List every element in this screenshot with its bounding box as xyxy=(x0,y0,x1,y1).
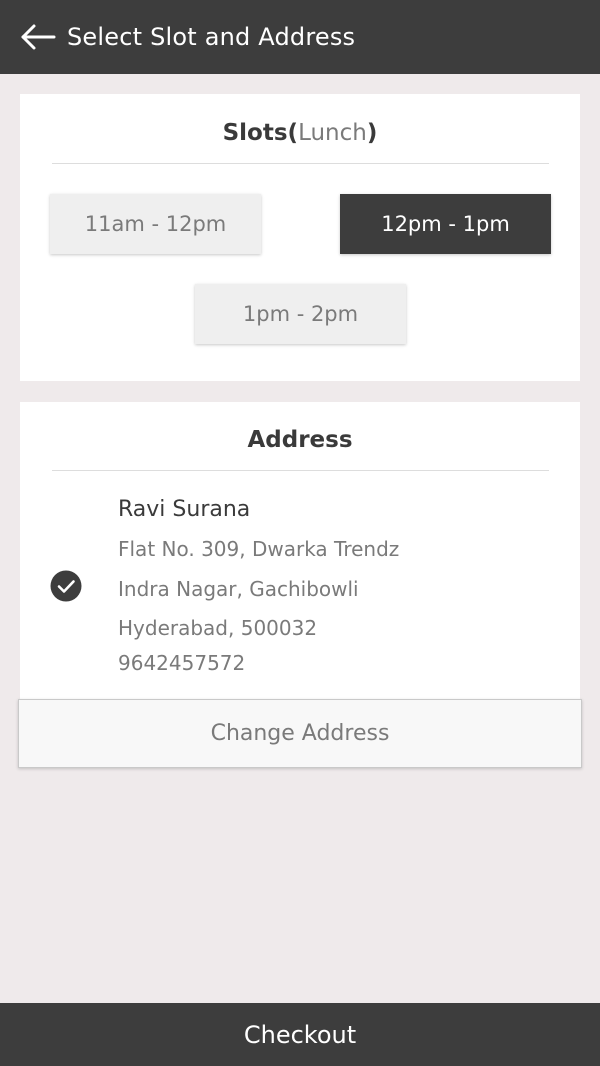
address-divider xyxy=(52,470,549,471)
slots-close-paren: ) xyxy=(366,120,378,146)
slots-card: Slots(Lunch) 11am - 12pm 12pm - 1pm 1pm … xyxy=(20,94,580,381)
address-card: Address Ravi Surana Flat No. 309, Dwarka… xyxy=(20,402,580,700)
address-line-3: Hyderabad, 500032 xyxy=(118,616,318,640)
slots-divider xyxy=(52,163,549,164)
app-root: Select Slot and Address Slots(Lunch) 11a… xyxy=(0,0,600,1066)
slots-heading: Slots(Lunch) xyxy=(20,120,580,146)
arrow-left-icon xyxy=(21,24,56,50)
address-heading: Address xyxy=(247,427,353,453)
slots-meal: Lunch xyxy=(298,120,367,146)
checkout-button[interactable]: Checkout xyxy=(0,1003,600,1066)
check-circle-icon[interactable] xyxy=(50,570,82,602)
back-button[interactable] xyxy=(20,19,56,55)
top-app-bar: Select Slot and Address xyxy=(0,0,600,74)
slot-option-12pm-1pm[interactable]: 12pm - 1pm xyxy=(340,194,551,254)
slots-title: Slots xyxy=(222,120,288,146)
page-title: Select Slot and Address xyxy=(67,23,356,51)
address-line-1: Flat No. 309, Dwarka Trendz xyxy=(118,537,400,561)
address-name: Ravi Surana xyxy=(118,497,251,522)
slots-open-paren: ( xyxy=(287,120,299,146)
slot-option-11am-12pm[interactable]: 11am - 12pm xyxy=(50,194,261,254)
slot-option-1pm-2pm[interactable]: 1pm - 2pm xyxy=(195,284,406,344)
address-phone: 9642457572 xyxy=(118,651,246,675)
address-line-2: Indra Nagar, Gachibowli xyxy=(118,577,359,601)
change-address-button[interactable]: Change Address xyxy=(18,699,582,768)
